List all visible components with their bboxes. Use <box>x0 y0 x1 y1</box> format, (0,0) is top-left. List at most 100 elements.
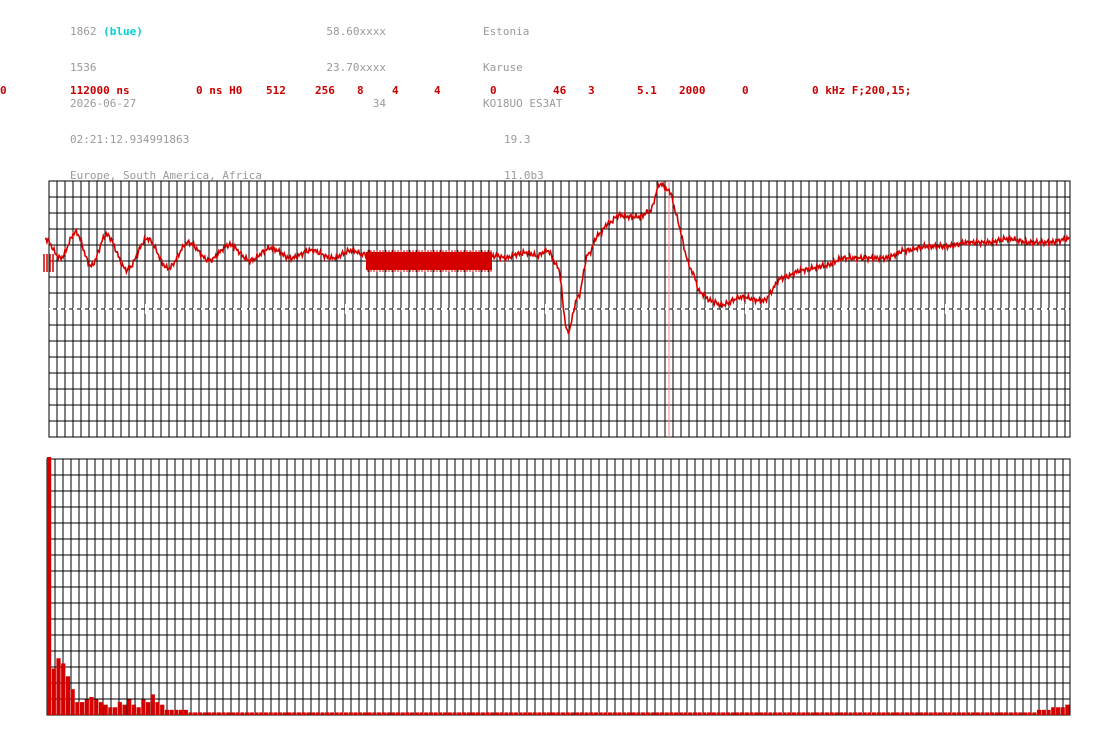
spectrum-bar <box>499 712 504 715</box>
spectrum-bar <box>1065 704 1070 715</box>
spectrum-bar <box>919 712 924 715</box>
spectrum-bar <box>744 712 749 715</box>
spectrum-bar <box>867 712 872 715</box>
spectrum-bar <box>372 712 377 715</box>
spectrum-bar <box>513 712 518 715</box>
spectrum-bar <box>688 712 693 715</box>
spectrum-bar <box>461 712 467 715</box>
spectrum-bar <box>400 712 405 715</box>
spectrum-bar <box>329 712 335 715</box>
spectrum-bar <box>325 712 330 715</box>
spectrum-bar <box>155 702 160 715</box>
dash-tick <box>145 304 147 314</box>
spectrum-bar <box>570 712 575 715</box>
spectrum-bar <box>452 712 457 715</box>
spectrum-bar <box>763 712 768 715</box>
spectrum-bar <box>848 712 853 715</box>
spectrum-bar <box>296 712 302 715</box>
spectrum-bar <box>438 712 443 715</box>
spectrum-bar <box>164 709 170 715</box>
spectrum-bar <box>424 712 429 715</box>
spectrum-bar <box>56 658 61 715</box>
spectrum-bar <box>278 712 283 715</box>
spectrum-bar <box>193 712 198 715</box>
spectrum-bar <box>362 712 368 715</box>
spectrum-bar <box>711 712 716 715</box>
spectrum-bar <box>476 712 481 715</box>
spectrum-bar <box>669 712 674 715</box>
dash-tick <box>345 304 347 314</box>
spectrum-bar <box>952 712 957 715</box>
spectrum-bar <box>122 704 127 715</box>
spectrum-bar <box>136 707 141 715</box>
spectrum-bar <box>872 712 877 715</box>
spectrum-bar <box>75 702 80 715</box>
spectrum-bar <box>311 712 316 715</box>
spectrum-bar <box>758 712 764 715</box>
waveform-trace <box>44 180 1071 335</box>
spectrum-bar <box>268 712 273 715</box>
spectrum-bar <box>226 712 231 715</box>
spectrum-bar <box>207 712 212 715</box>
spectrum-bar <box>457 712 462 715</box>
charts-canvas <box>43 180 1071 716</box>
spectrum-bar <box>1037 709 1042 715</box>
spectrum-bar <box>782 712 787 715</box>
spectrum-bar <box>315 712 320 715</box>
spectrum-bar <box>721 712 726 715</box>
spectrum-bar <box>131 704 137 715</box>
spectrum-bar <box>141 699 146 715</box>
spectrum-bar <box>735 712 740 715</box>
spectrum-bar <box>306 712 311 715</box>
spectrum-bar <box>843 712 848 715</box>
spectrum-bar <box>876 712 881 715</box>
spectrum-bar <box>320 712 325 715</box>
spectrum-bar <box>692 712 698 715</box>
spectrum-bar <box>938 712 943 715</box>
spectrum-bar <box>235 712 240 715</box>
spectrum-bar <box>70 689 75 715</box>
spectrum-bar <box>301 712 306 715</box>
spectrum-bar <box>381 712 386 715</box>
spectrum-bar <box>980 712 985 715</box>
spectrum-bar <box>254 712 259 715</box>
spectrum-chart <box>46 457 1071 716</box>
spectrum-bar <box>117 702 122 715</box>
spectrum-bar <box>292 712 297 715</box>
spectrum-bar <box>527 712 533 715</box>
spectrum-bar <box>47 457 52 715</box>
dash-tick <box>1045 304 1047 314</box>
spectrum-bar <box>480 712 485 715</box>
spectrum-bar <box>565 712 570 715</box>
spectrum-bar <box>584 712 589 715</box>
spectrum-bar <box>367 712 372 715</box>
spectrum-bar <box>282 712 287 715</box>
spectrum-bar <box>886 712 891 715</box>
spectrum-bar <box>909 712 914 715</box>
spectrum-bar <box>820 712 825 715</box>
spectrum-bar <box>202 712 207 715</box>
spectrum-bar <box>230 712 236 715</box>
spectrum-bar <box>113 707 118 715</box>
spectrum-bar <box>749 712 754 715</box>
spectrum-bar <box>773 712 778 715</box>
spectrum-bar <box>725 712 731 715</box>
spectrum-bar <box>183 709 188 715</box>
spectrum-bar <box>598 712 603 715</box>
spectrum-bar <box>862 712 867 715</box>
spectrum-bar <box>754 712 759 715</box>
spectrum-bar <box>334 712 339 715</box>
spectrum-bar <box>386 712 391 715</box>
spectrum-bars <box>47 457 1070 715</box>
spectrum-bar <box>791 712 797 715</box>
spectrum-bar <box>853 712 858 715</box>
spectrum-bar <box>433 712 438 715</box>
dash-tick <box>845 304 847 314</box>
spectrum-bar <box>966 712 971 715</box>
spectrum-bar <box>1041 709 1046 715</box>
spectrum-bar <box>245 712 250 715</box>
dash-tick <box>645 304 647 314</box>
spectrum-bar <box>631 712 636 715</box>
grid-lines <box>46 458 1070 716</box>
spectrum-bar <box>490 712 495 715</box>
